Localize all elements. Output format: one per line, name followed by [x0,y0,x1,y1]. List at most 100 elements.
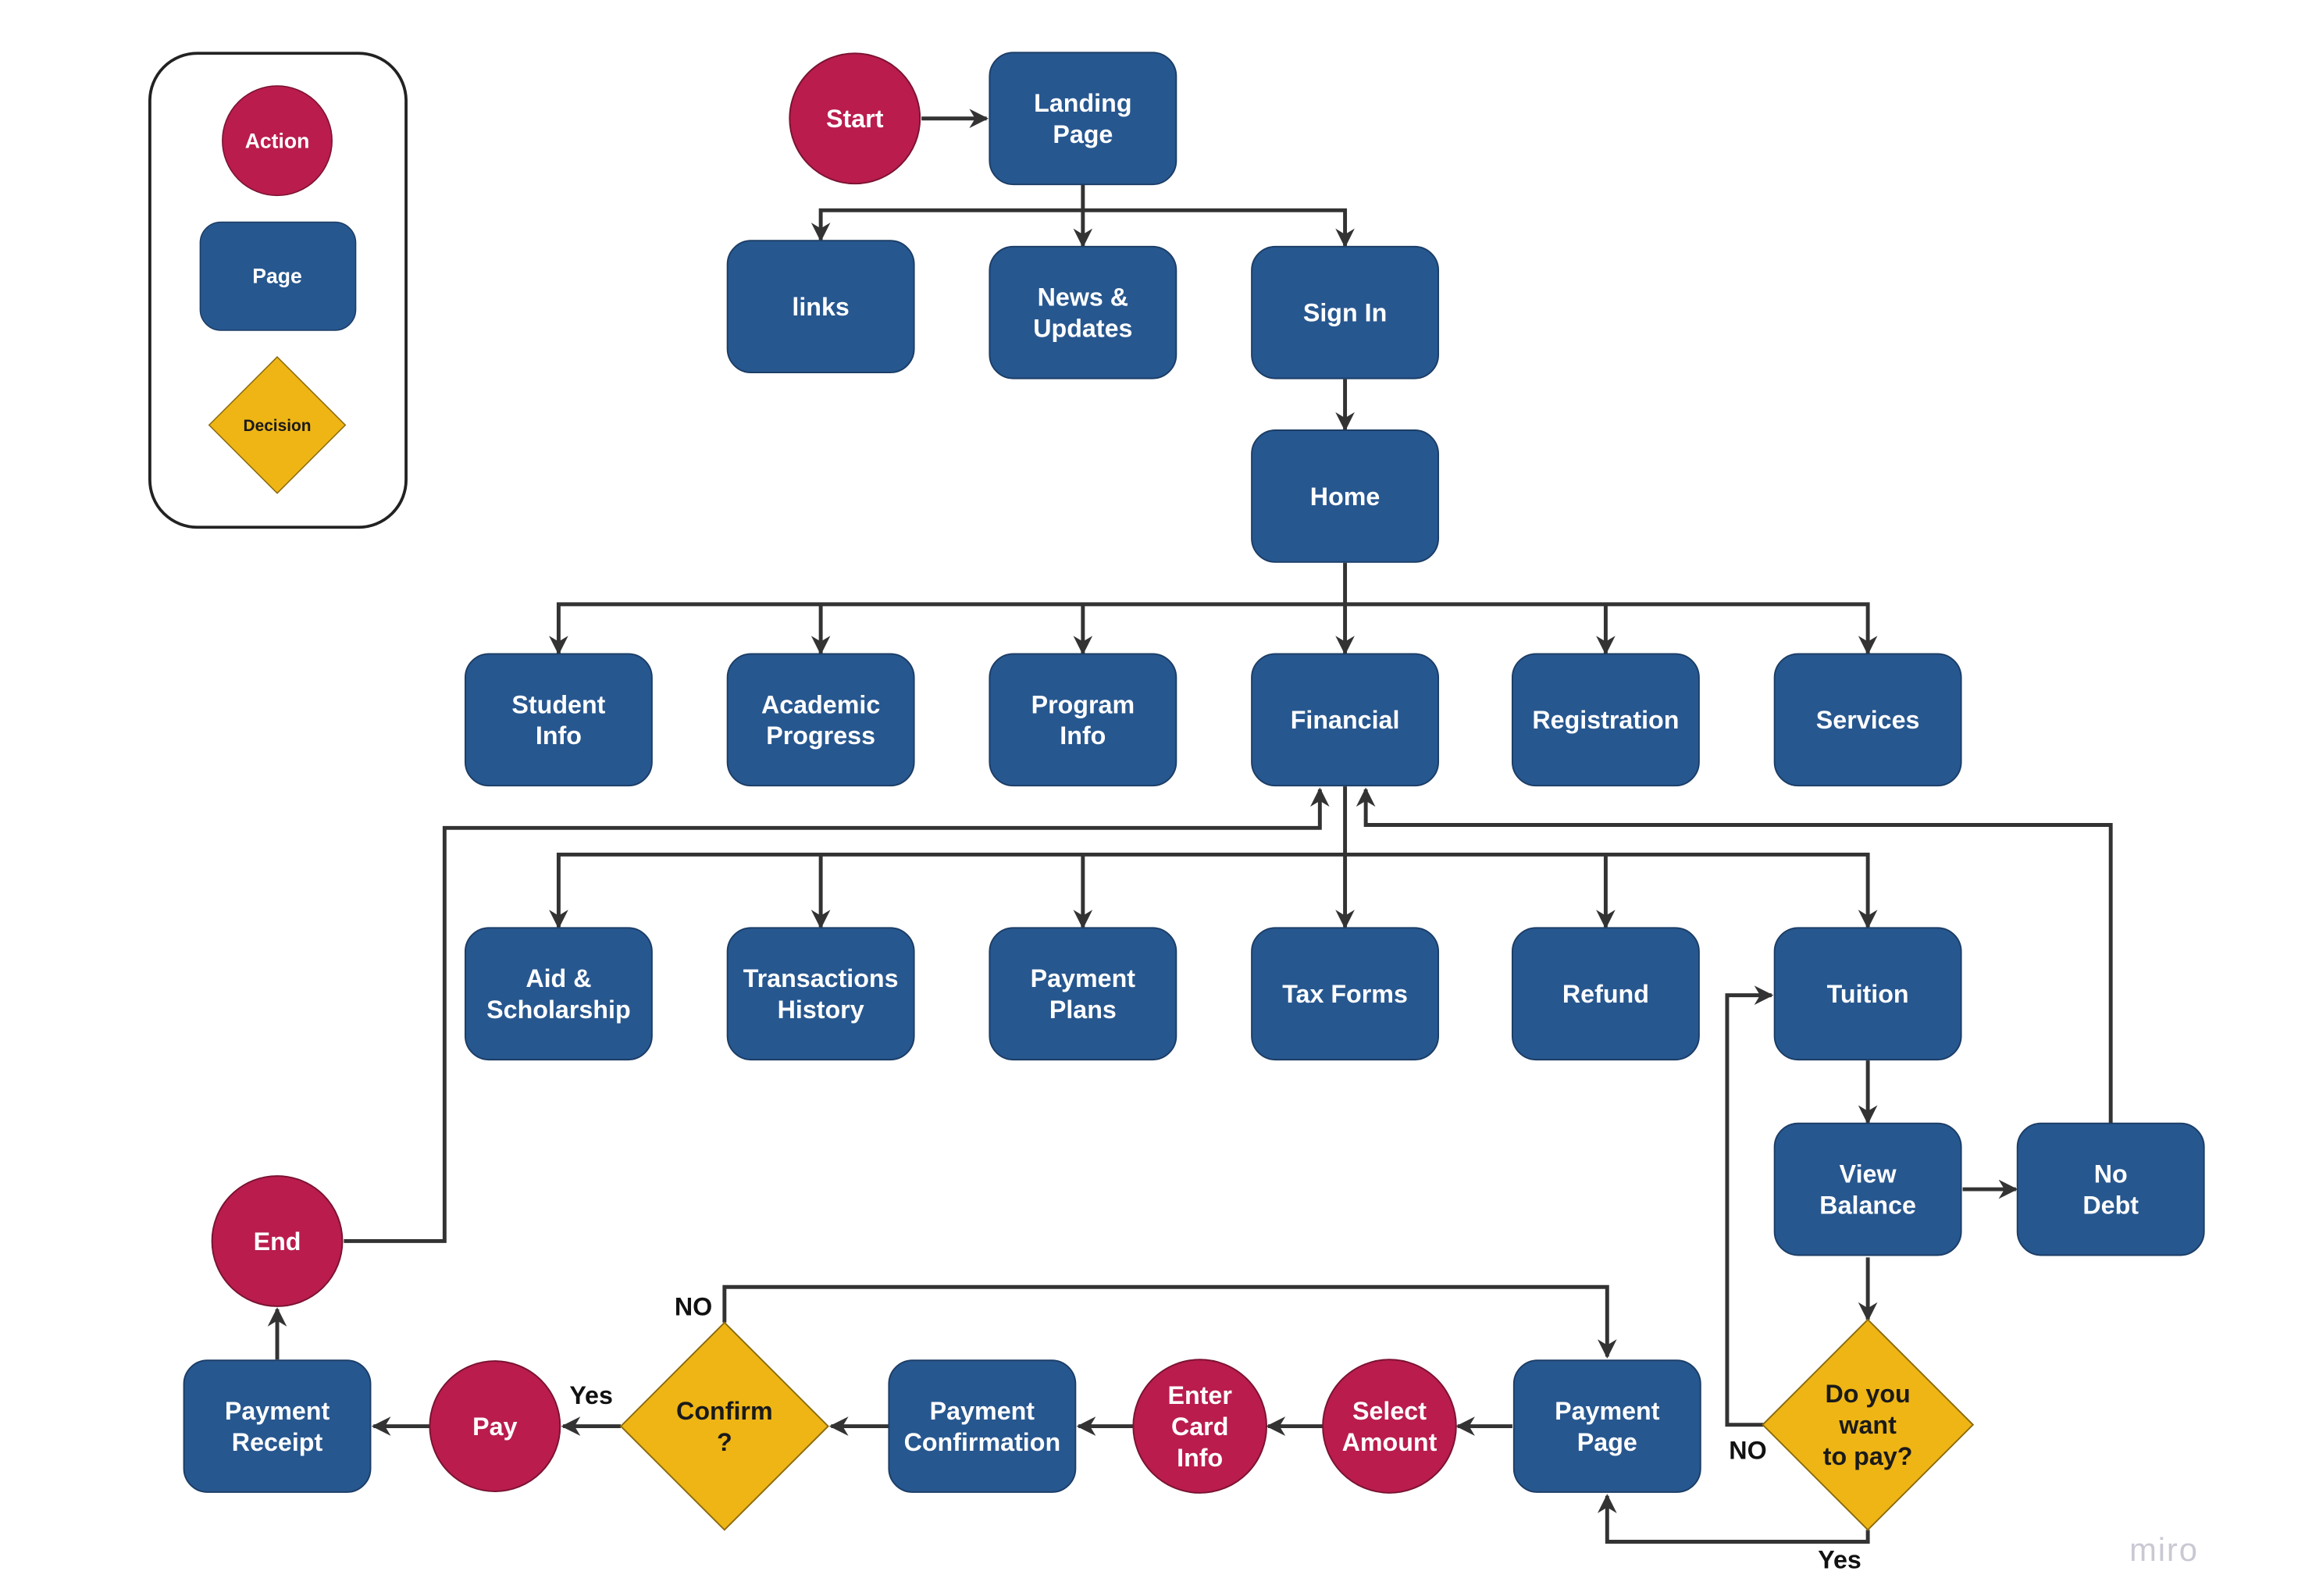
node-pay[interactable]: Pay [429,1360,561,1492]
node-confirm[interactable]: Confirm? [619,1321,829,1531]
node-label-line: Tuition [1827,980,1909,1008]
confirm-no-label: NO [675,1292,712,1320]
node-label-line: Info [536,721,582,750]
page-shape[interactable] [989,245,1177,379]
node-label-line: Confirmation [904,1428,1061,1456]
confirm-yes-label: Yes [569,1381,613,1409]
node-services[interactable]: Services [1773,653,1962,787]
node-label-line: Select [1352,1397,1427,1425]
node-label-line: Transactions [743,964,899,992]
nodes: Start Landing Page links News & Updates Sign I… [183,52,2205,1531]
node-label-line: Plans [1049,996,1117,1024]
node-label-line: Confirm [676,1397,773,1425]
node-label-line: Refund [1562,980,1649,1008]
page-shape[interactable] [989,927,1177,1061]
node-label-line: Student [511,690,605,718]
node-academic[interactable]: Academic Progress [726,653,915,787]
node-program[interactable]: Program Info [989,653,1177,787]
connector-financial-aid [549,852,1345,929]
node-label-line: Landing [1034,89,1131,117]
node-label-line: ? [717,1428,732,1456]
node-label-line: Tax Forms [1282,980,1408,1008]
page-shape[interactable] [2016,1122,2205,1256]
node-label-line: End [254,1227,301,1256]
page-shape[interactable] [726,927,915,1061]
page-shape[interactable] [726,653,915,787]
node-registration[interactable]: Registration [1511,653,1700,787]
page-shape[interactable] [1773,1122,1962,1256]
connectors [267,109,2113,1544]
page-shape[interactable] [183,1359,372,1493]
node-news[interactable]: News & Updates [989,245,1177,379]
node-label-line: Progress [766,721,875,750]
node-receipt[interactable]: Payment Receipt [183,1359,372,1493]
node-label-line: Academic [761,690,880,718]
wantpay-yes-label: Yes [1818,1546,1861,1574]
action-shape[interactable] [1322,1359,1457,1494]
node-label-line: Payment [225,1397,330,1425]
page-shape[interactable] [464,653,653,787]
node-entercard[interactable]: Enter Card Info [1132,1359,1267,1494]
node-student[interactable]: Student Info [464,653,653,787]
node-label-line: Services [1816,706,1920,734]
node-landing[interactable]: Landing Page [989,52,1177,186]
node-tuition[interactable]: Tuition [1773,927,1962,1061]
node-financial[interactable]: Financial [1251,653,1440,787]
node-viewbalance[interactable]: View Balance [1773,1122,1962,1256]
node-label-line: Info [1060,721,1106,750]
page-shape[interactable] [1512,1359,1701,1493]
node-label-line: links [792,293,849,321]
node-label-line: Payment [1555,1397,1660,1425]
node-label-line: Page [1053,120,1113,148]
node-label-line: View [1840,1160,1897,1188]
node-home[interactable]: Home [1251,429,1440,563]
legend-action-label: Action [245,130,310,153]
node-wantpay[interactable]: Do you want to pay? [1762,1318,1975,1531]
connector-wantpay-no-tuition [1725,985,1774,1427]
node-label-line: Payment [930,1397,1035,1425]
connector-landing-links [810,208,1083,242]
node-label-line: to pay? [1823,1442,1913,1470]
connector-wantpay-yes-paypage [1597,1494,1870,1544]
node-links[interactable]: links [726,240,915,373]
node-label-line: Sign In [1303,299,1387,327]
legend-page-label: Page [252,264,301,287]
decision-shape[interactable] [619,1321,829,1531]
node-refund[interactable]: Refund [1511,927,1700,1061]
node-signin[interactable]: Sign In [1251,245,1440,379]
node-label-line: Program [1031,690,1135,718]
flowchart-canvas: Action Page Decision NO Yes NO Yes Start… [0,0,2305,1592]
node-label-line: Scholarship [486,996,630,1024]
legend-decision-label: Decision [244,417,312,435]
node-plans[interactable]: Payment Plans [989,927,1177,1061]
node-tax[interactable]: Tax Forms [1251,927,1440,1061]
node-label-line: History [778,996,864,1024]
node-aid[interactable]: Aid & Scholarship [464,927,653,1061]
node-label-line: Card [1171,1413,1228,1441]
node-label-line: Home [1310,483,1381,511]
node-label-line: Enter [1167,1381,1232,1409]
node-nodebt[interactable]: No Debt [2016,1122,2205,1256]
node-label-line: Do you [1826,1380,1911,1408]
page-shape[interactable] [888,1359,1077,1493]
page-shape[interactable] [464,927,653,1061]
node-transactions[interactable]: Transactions History [726,927,915,1061]
node-paypage[interactable]: Payment Page [1512,1359,1701,1493]
node-start[interactable]: Start [789,52,921,185]
page-shape[interactable] [989,653,1177,787]
node-label-line: Registration [1532,706,1679,734]
node-label-line: Start [826,105,884,133]
node-label-line: Page [1577,1428,1637,1456]
page-shape[interactable] [989,52,1177,186]
wantpay-no-label: NO [1729,1436,1766,1464]
node-payconfirm[interactable]: Payment Confirmation [888,1359,1077,1493]
node-label-line: want [1838,1411,1897,1439]
node-end[interactable]: End [211,1175,344,1307]
miro-watermark: miro [2129,1531,2199,1568]
node-label-line: Updates [1033,315,1132,343]
node-label-line: Amount [1342,1428,1438,1456]
node-label-line: Debt [2082,1191,2139,1219]
node-selectamount[interactable]: Select Amount [1322,1359,1457,1494]
connector-home-student [549,602,1345,655]
node-label-line: No [2094,1160,2128,1188]
